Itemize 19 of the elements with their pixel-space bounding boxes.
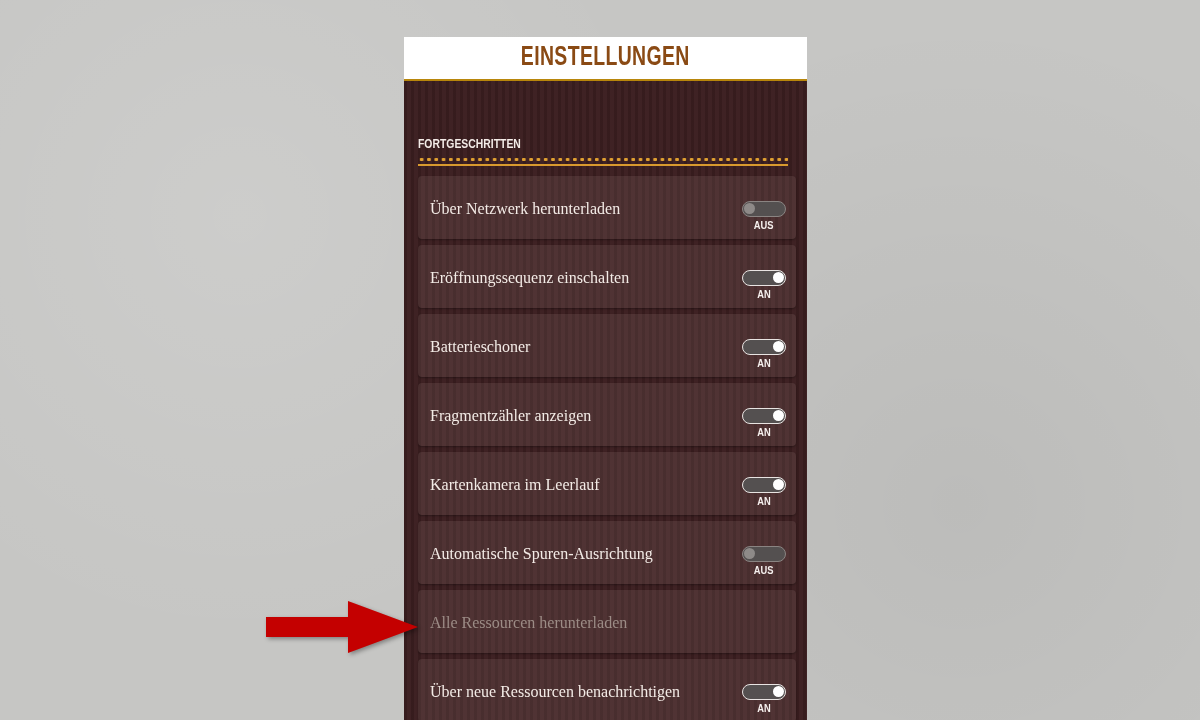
setting-label: Automatische Spuren-Ausrichtung [430,545,653,563]
setting-label: Batterieschoner [430,338,531,356]
setting-label: Alle Ressourcen herunterladen [430,614,628,632]
screen-title: EINSTELLUNGEN [521,41,690,71]
toggle-state-label: AN [757,701,771,714]
toggle-state-label: AUS [754,563,774,576]
setting-label: Über Netzwerk herunterladen [430,200,621,218]
toggle-state-label: AN [757,356,771,369]
toggle-state-label: AN [757,425,771,438]
toggle-state-label: AN [757,494,771,507]
section-title: FORTGESCHRITTEN [418,137,521,151]
setting-label: Kartenkamera im Leerlauf [430,476,600,494]
toggle-switch[interactable] [742,200,786,217]
setting-label: Eröffnungssequenz einschalten [430,269,630,287]
toggle-state-label: AN [757,287,771,300]
toggle-state-label: AUS [754,218,774,231]
setting-label: Fragmentzähler anzeigen [430,407,592,425]
toggle-switch[interactable] [742,545,786,562]
setting-label: Über neue Ressourcen benachrichtigen [430,683,681,701]
